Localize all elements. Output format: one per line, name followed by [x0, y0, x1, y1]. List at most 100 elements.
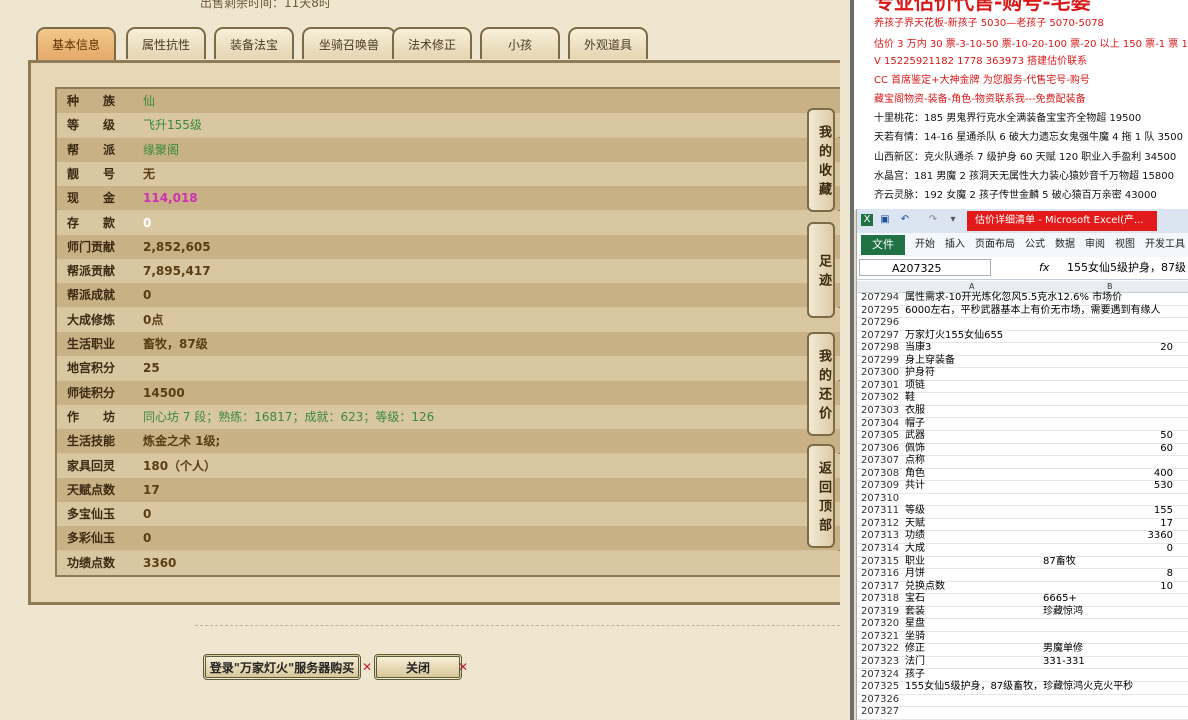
cell-b[interactable]: 男魔单修	[1043, 643, 1173, 656]
cell-a[interactable]: 武器	[905, 430, 1041, 443]
fx-icon[interactable]: fx	[1039, 259, 1049, 276]
cell-a[interactable]: 帽子	[905, 418, 1041, 431]
cell-a[interactable]: 身上穿装备	[905, 355, 1041, 368]
cell-a[interactable]: 大成	[905, 543, 1041, 556]
name-box[interactable]: A207325	[859, 259, 991, 276]
login-server-buy-button[interactable]: 登录"万家灯火"服务器购买	[203, 654, 361, 680]
cell-a[interactable]: 155女仙5级护身，87级畜牧，珍藏惊鸿火克火平秒	[905, 681, 1133, 694]
row-number[interactable]: 207315	[861, 556, 901, 569]
row-number[interactable]: 207311	[861, 505, 901, 518]
close-button[interactable]: 关闭	[374, 654, 462, 680]
row-number[interactable]: 207326	[861, 694, 901, 707]
row-number[interactable]: 207313	[861, 530, 901, 543]
row-number[interactable]: 207295	[861, 305, 901, 318]
cell-b[interactable]: 17	[1043, 518, 1173, 531]
redo-icon[interactable]: ↷	[927, 214, 939, 226]
row-number[interactable]: 207301	[861, 380, 901, 393]
tab-mounts-pets[interactable]: 坐骑召唤兽	[302, 27, 396, 59]
cell-b[interactable]: 331-331	[1043, 656, 1173, 669]
cell-a[interactable]: 6000左右，平秒武器基本上有价无市场，需要遇到有缘人	[905, 305, 1160, 318]
row-number[interactable]: 207312	[861, 518, 901, 531]
my-favorites-button[interactable]: 我的收藏	[807, 108, 835, 212]
cell-a[interactable]: 兑换点数	[905, 581, 1041, 594]
cell-a[interactable]: 佩饰	[905, 443, 1041, 456]
cell-a[interactable]: 宝石	[905, 593, 1041, 606]
cell-a[interactable]: 万家灯火155女仙655	[905, 330, 1041, 343]
cell-a[interactable]: 项链	[905, 380, 1041, 393]
tab-insert[interactable]: 插入	[945, 233, 965, 257]
cell-b[interactable]: 60	[1043, 443, 1173, 456]
row-number[interactable]: 207327	[861, 706, 901, 719]
tab-review[interactable]: 审阅	[1085, 233, 1105, 257]
cell-b[interactable]: 10	[1043, 581, 1173, 594]
row-number[interactable]: 207316	[861, 568, 901, 581]
column-b-header[interactable]: B	[1107, 281, 1113, 292]
cell-a[interactable]: 职业	[905, 556, 1041, 569]
row-number[interactable]: 207294	[861, 292, 901, 305]
row-number[interactable]: 207304	[861, 418, 901, 431]
row-number[interactable]: 207298	[861, 342, 901, 355]
cell-a[interactable]: 点称	[905, 455, 1041, 468]
row-number[interactable]: 207308	[861, 468, 901, 481]
row-number[interactable]: 207296	[861, 317, 901, 330]
row-number[interactable]: 207302	[861, 392, 901, 405]
my-offers-button[interactable]: 我的还价	[807, 332, 835, 436]
cell-b[interactable]: 20	[1043, 342, 1173, 355]
tab-data[interactable]: 数据	[1055, 233, 1075, 257]
row-number[interactable]: 207314	[861, 543, 901, 556]
row-number[interactable]: 207300	[861, 367, 901, 380]
row-number[interactable]: 207319	[861, 606, 901, 619]
cell-b[interactable]: 155	[1043, 505, 1173, 518]
row-number[interactable]: 207305	[861, 430, 901, 443]
undo-icon[interactable]: ↶	[899, 214, 911, 226]
cell-b[interactable]: 3360	[1043, 530, 1173, 543]
cell-a[interactable]: 属性需求-10开光炼化忽风5.5克水12.6% 市场价	[905, 292, 1122, 305]
cell-b[interactable]: 400	[1043, 468, 1173, 481]
tab-formulas[interactable]: 公式	[1025, 233, 1045, 257]
row-number[interactable]: 207310	[861, 493, 901, 506]
cell-b[interactable]: 8	[1043, 568, 1173, 581]
row-number[interactable]: 207318	[861, 593, 901, 606]
save-icon[interactable]: ▣	[879, 214, 891, 226]
row-number[interactable]: 207324	[861, 669, 901, 682]
row-number[interactable]: 207297	[861, 330, 901, 343]
row-number[interactable]: 207306	[861, 443, 901, 456]
tab-basic-info[interactable]: 基本信息	[36, 27, 116, 61]
tab-children[interactable]: 小孩	[480, 27, 560, 59]
tab-appearance[interactable]: 外观道具	[568, 27, 648, 59]
cell-a[interactable]: 共计	[905, 480, 1041, 493]
cell-a[interactable]: 鞋	[905, 392, 1041, 405]
cell-a[interactable]: 当康3	[905, 342, 1041, 355]
tab-home[interactable]: 开始	[915, 233, 935, 257]
cell-b[interactable]: 0	[1043, 543, 1173, 556]
cell-a[interactable]: 孩子	[905, 669, 1041, 682]
row-number[interactable]: 207299	[861, 355, 901, 368]
row-number[interactable]: 207320	[861, 618, 901, 631]
quick-access-dropdown-icon[interactable]: ▾	[947, 214, 959, 226]
tab-view[interactable]: 视图	[1115, 233, 1135, 257]
cell-a[interactable]: 修正	[905, 643, 1041, 656]
cell-a[interactable]: 法门	[905, 656, 1041, 669]
row-number[interactable]: 207322	[861, 643, 901, 656]
row-number[interactable]: 207307	[861, 455, 901, 468]
cell-a[interactable]: 坐骑	[905, 631, 1041, 644]
back-to-top-button[interactable]: 返回顶部	[807, 444, 835, 548]
cell-b[interactable]: 珍藏惊鸿	[1043, 606, 1173, 619]
cell-a[interactable]: 套装	[905, 606, 1041, 619]
cell-a[interactable]: 衣服	[905, 405, 1041, 418]
tab-equipment[interactable]: 装备法宝	[214, 27, 294, 59]
cell-a[interactable]: 功绩	[905, 530, 1041, 543]
row-number[interactable]: 207317	[861, 581, 901, 594]
cell-b[interactable]: 6665+	[1043, 593, 1173, 606]
tab-developer[interactable]: 开发工具	[1145, 233, 1185, 257]
cell-a[interactable]: 天赋	[905, 518, 1041, 531]
cell-b[interactable]: 87畜牧	[1043, 556, 1173, 569]
file-tab[interactable]: 文件	[861, 235, 905, 255]
row-number[interactable]: 207321	[861, 631, 901, 644]
footprints-button[interactable]: 足迹	[807, 222, 835, 318]
tab-page-layout[interactable]: 页面布局	[975, 233, 1015, 257]
formula-input[interactable]: 155女仙5级护身，87级	[1067, 259, 1186, 276]
cell-a[interactable]: 护身符	[905, 367, 1041, 380]
cell-a[interactable]: 月饼	[905, 568, 1041, 581]
cell-a[interactable]: 星盘	[905, 618, 1041, 631]
